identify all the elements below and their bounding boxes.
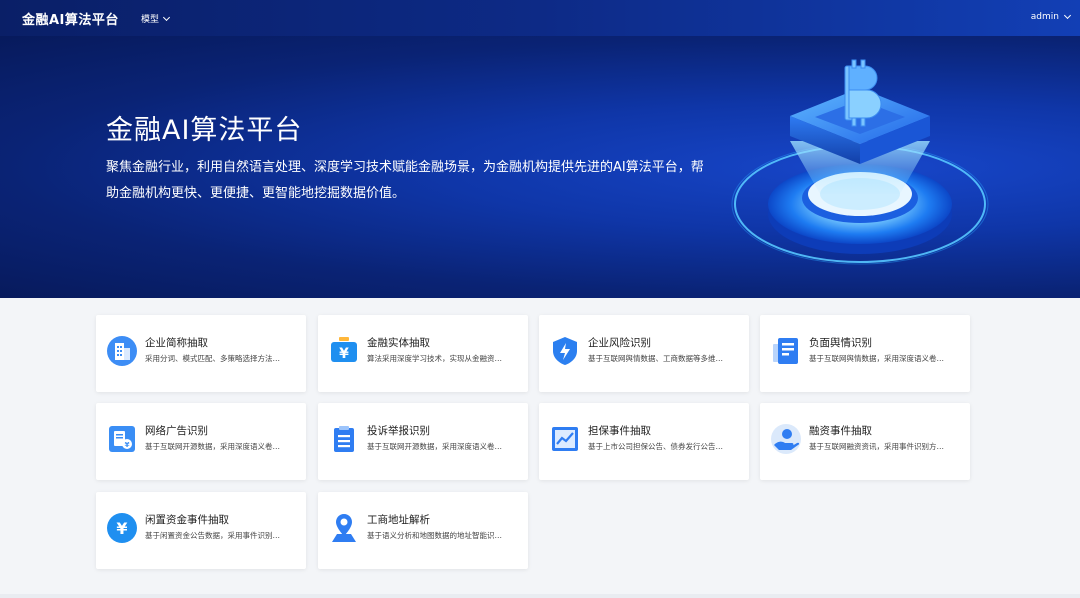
model-menu-label: 模型 [141, 15, 160, 25]
hand-coin-icon [771, 424, 801, 454]
svg-text:¥: ¥ [116, 519, 127, 538]
ad-document-icon: ¥ [109, 426, 135, 452]
svg-text:¥: ¥ [339, 346, 349, 362]
card-title: 负面舆情识别 [809, 337, 872, 349]
model-menu[interactable]: 模型 [141, 12, 171, 25]
user-menu[interactable]: admin [1030, 11, 1072, 22]
card-business-address[interactable]: 工商地址解析 基于语义分析和地图数据的地址智能识… [318, 492, 528, 569]
yen-circle-icon: ¥ [107, 513, 137, 543]
user-menu-label: admin [1030, 12, 1059, 22]
card-complaint-report[interactable]: 投诉举报识别 基于互联网开源数据，采用深度语义卷… [318, 403, 528, 480]
page-bottom-divider [0, 594, 1080, 598]
card-title: 融资事件抽取 [809, 425, 872, 437]
card-title: 企业简称抽取 [145, 337, 208, 349]
card-guarantee-event[interactable]: 担保事件抽取 基于上市公司担保公告、债券发行公告… [539, 403, 749, 480]
hero-title: 金融AI算法平台 [106, 115, 303, 146]
card-description: 基于上市公司担保公告、债券发行公告… [588, 442, 723, 451]
card-title: 投诉举报识别 [367, 425, 430, 437]
card-description: 基于互联网开源数据，采用深度语义卷… [145, 442, 280, 451]
card-title: 金融实体抽取 [367, 337, 430, 349]
bitcoin-platform-illustration-icon [731, 59, 989, 265]
card-description: 采用分词、模式匹配、多策略选择方法… [145, 354, 280, 363]
card-title: 企业风险识别 [588, 337, 651, 349]
card-enterprise-abbreviation[interactable]: 企业简称抽取 采用分词、模式匹配、多策略选择方法… [96, 315, 306, 392]
chevron-down-icon [162, 13, 171, 21]
card-idle-funds-event[interactable]: ¥ 闲置资金事件抽取 基于闲置资金公告数据，采用事件识别… [96, 492, 306, 569]
card-description: 基于闲置资金公告数据，采用事件识别… [145, 531, 280, 540]
card-financing-event[interactable]: 融资事件抽取 基于互联网融资资讯，采用事件识别方… [760, 403, 970, 480]
hero-description: 聚焦金融行业，利用自然语言处理、深度学习技术赋能金融场景，为金融机构提供先进的A… [106, 160, 704, 201]
svg-text:¥: ¥ [125, 441, 130, 449]
card-description: 基于互联网舆情数据、工商数据等多维… [588, 354, 723, 363]
hero-banner: 金融AI算法平台 聚焦金融行业，利用自然语言处理、深度学习技术赋能金融场景，为金… [0, 36, 1080, 298]
chart-frame-icon [552, 427, 578, 451]
shield-bolt-icon [553, 337, 577, 365]
card-description: 基于互联网融资资讯，采用事件识别方… [809, 442, 944, 451]
yen-box-icon: ¥ [331, 337, 357, 362]
brand-title[interactable]: 金融AI算法平台 [22, 9, 119, 28]
document-icon [773, 338, 798, 364]
card-description: 算法采用深度学习技术，实现从金融资… [367, 354, 502, 363]
card-title: 担保事件抽取 [588, 425, 651, 437]
card-enterprise-risk[interactable]: 企业风险识别 基于互联网舆情数据、工商数据等多维… [539, 315, 749, 392]
card-financial-entity[interactable]: ¥ 金融实体抽取 算法采用深度学习技术，实现从金融资… [318, 315, 528, 392]
card-negative-sentiment[interactable]: 负面舆情识别 基于互联网舆情数据，采用深度语义卷… [760, 315, 970, 392]
card-title: 网络广告识别 [145, 425, 208, 437]
card-description: 基于互联网舆情数据，采用深度语义卷… [809, 354, 944, 363]
location-pin-icon [332, 514, 356, 542]
clipboard-icon [334, 426, 354, 452]
building-icon [107, 336, 137, 366]
chevron-down-icon [1063, 11, 1072, 20]
card-title: 工商地址解析 [367, 514, 430, 526]
card-description: 基于互联网开源数据，采用深度语义卷… [367, 442, 502, 451]
card-title: 闲置资金事件抽取 [145, 514, 229, 526]
card-online-ad[interactable]: ¥ 网络广告识别 基于互联网开源数据，采用深度语义卷… [96, 403, 306, 480]
top-navbar: 金融AI算法平台 模型 admin [0, 0, 1080, 36]
card-description: 基于语义分析和地图数据的地址智能识… [367, 531, 502, 540]
